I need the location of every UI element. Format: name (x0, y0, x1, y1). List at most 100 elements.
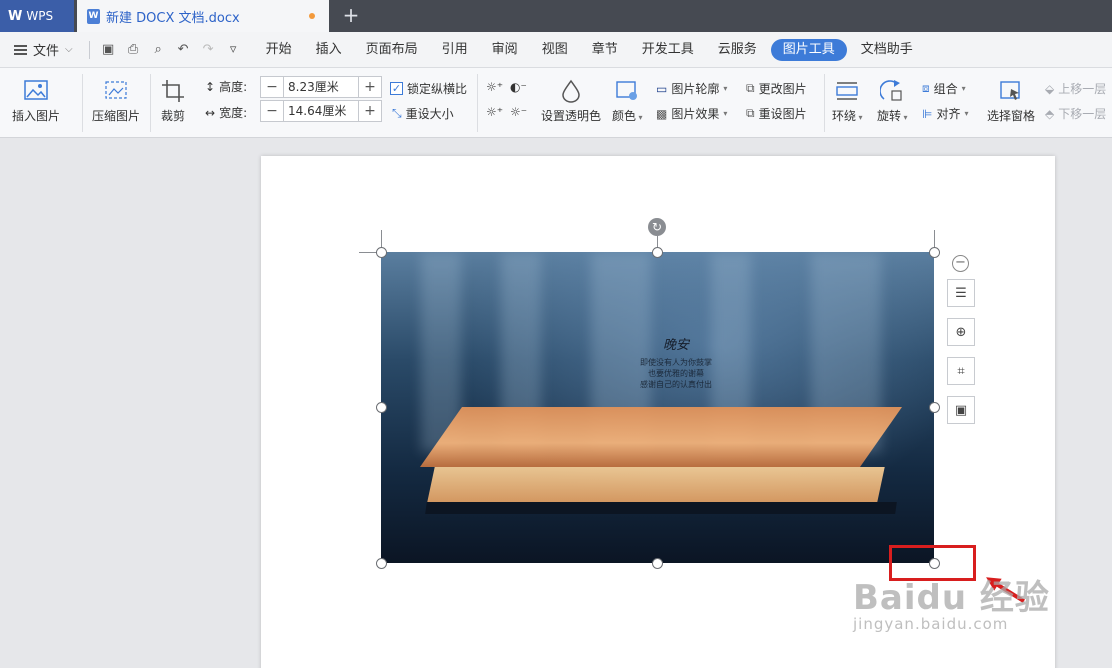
selection-pane-button[interactable]: 选择窗格 (987, 78, 1035, 124)
height-increase-button[interactable]: + (359, 77, 381, 97)
save-icon[interactable]: ▣ (96, 39, 121, 61)
wrap-button[interactable]: 环绕 ▾ (832, 78, 863, 124)
width-input[interactable]: 14.64厘米 (283, 101, 359, 121)
wps-home-tab[interactable]: W WPS (0, 0, 74, 32)
dropdown-icon: ▾ (964, 109, 969, 118)
selected-picture[interactable]: 晚安 即使没有人为你鼓掌 也要优雅的谢幕 感谢自己的认真付出 (381, 252, 934, 563)
customize-toolbar-icon[interactable]: ▿ (221, 39, 246, 61)
width-decrease-button[interactable]: − (261, 101, 283, 121)
menu-cloud[interactable]: 云服务 (706, 39, 769, 61)
brightness-up-icon: ☼⁺ (486, 80, 504, 94)
color-label: 颜色 ▾ (612, 109, 643, 123)
resize-handle-bottom-left[interactable] (376, 558, 387, 569)
crop-tool-icon[interactable]: ⌗ (947, 357, 975, 385)
insert-picture-button[interactable]: 插入图片 (12, 78, 60, 124)
menu-picture-tools[interactable]: 图片工具 (770, 38, 847, 61)
picture-effects-label: 图片效果 (671, 107, 720, 121)
checkbox-checked-icon: ✓ (390, 82, 403, 95)
outline-icon: ▭ (656, 81, 668, 96)
insert-picture-label: 插入图片 (12, 109, 61, 123)
group-icon: ⧈ (922, 81, 930, 95)
menu-section[interactable]: 章节 (580, 39, 630, 61)
watermark-brand: Baidu 经验 (853, 578, 1050, 618)
new-tab-button[interactable]: + (340, 4, 362, 26)
file-menu[interactable]: 文件 ⌵ (0, 40, 83, 59)
picture-settings-icon[interactable]: ▣ (947, 396, 975, 424)
height-spinner[interactable]: − 8.23厘米 + (260, 76, 382, 98)
contrast-down-button[interactable]: ☼⁻ (510, 105, 527, 119)
resize-handle-top-right[interactable] (929, 247, 940, 258)
document-tab-label: 新建 DOCX 文档.docx (106, 10, 240, 26)
crop-button[interactable]: 裁剪 (160, 78, 186, 124)
menu-view[interactable]: 视图 (530, 39, 580, 61)
picture-effects-button[interactable]: ▩ 图片效果 ▾ (656, 105, 727, 122)
menu-page-layout[interactable]: 页面布局 (354, 39, 430, 61)
send-backward-button[interactable]: ⬘ 下移一层 (1045, 105, 1106, 122)
compress-picture-button[interactable]: 压缩图片 (92, 78, 140, 124)
print-icon[interactable]: ⎙ (121, 39, 146, 61)
rotate-button[interactable]: 旋转 ▾ (877, 78, 908, 124)
reset-size-icon: ⤡ (392, 106, 402, 120)
set-transparent-button[interactable]: 设置透明色 (541, 78, 601, 124)
height-label: 高度: (219, 80, 248, 94)
menu-review[interactable]: 审阅 (480, 39, 530, 61)
menu-bar: 文件 ⌵ ▣ ⎙ ⌕ ↶ ↷ ▿ 开始 插入 页面布局 引用 审阅 视图 章节 … (0, 32, 1112, 68)
width-spinner[interactable]: − 14.64厘米 + (260, 100, 382, 122)
contrast-up-button[interactable]: ◐⁻ (510, 80, 527, 94)
lock-ratio-checkbox[interactable]: ✓ 锁定纵横比 (390, 80, 467, 97)
brightness-down-icon: ☼⁺ (486, 105, 504, 119)
wps-tab-label: WPS (26, 9, 54, 23)
width-control: ↔ 宽度: (205, 104, 247, 121)
height-input[interactable]: 8.23厘米 (283, 77, 359, 97)
menu-insert[interactable]: 插入 (304, 39, 354, 61)
redo-icon[interactable]: ↷ (196, 39, 221, 61)
layout-options-icon[interactable]: ☰ (947, 279, 975, 307)
menu-home[interactable]: 开始 (254, 39, 304, 61)
menu-doc-assistant[interactable]: 文档助手 (849, 39, 925, 61)
brightness-up-button[interactable]: ☼⁺ (486, 80, 503, 94)
resize-handle-right[interactable] (929, 402, 940, 413)
contrast-down-icon: ☼⁻ (510, 105, 528, 119)
collapse-toolbar-icon[interactable]: − (952, 255, 969, 272)
align-button[interactable]: ⊫ 对齐 ▾ (922, 105, 968, 122)
height-decrease-button[interactable]: − (261, 77, 283, 97)
brightness-down-button[interactable]: ☼⁺ (486, 105, 503, 119)
rotate-handle-icon[interactable]: ↻ (648, 218, 666, 236)
picture-caption: 晚安 即使没有人为你鼓掌 也要优雅的谢幕 感谢自己的认真付出 (601, 339, 751, 390)
change-picture-label: 更改图片 (758, 82, 807, 96)
selection-pane-label: 选择窗格 (987, 109, 1036, 123)
selection-pane-icon (998, 78, 1024, 104)
resize-handle-left[interactable] (376, 402, 387, 413)
zoom-in-icon[interactable]: ⊕ (947, 318, 975, 346)
send-backward-label: 下移一层 (1058, 107, 1107, 121)
bring-forward-label: 上移一层 (1058, 82, 1107, 96)
laptop-screen (419, 407, 903, 467)
watermark: Baidu 经验 jingyan.baidu.com (853, 570, 1050, 633)
width-icon: ↔ (205, 105, 216, 120)
picture-outline-label: 图片轮廓 (671, 82, 720, 96)
undo-icon[interactable]: ↶ (171, 39, 196, 61)
resize-handle-top[interactable] (652, 247, 663, 258)
menu-developer[interactable]: 开发工具 (630, 39, 706, 61)
bring-forward-button[interactable]: ⬙ 上移一层 (1045, 80, 1106, 97)
resize-handle-top-left[interactable] (376, 247, 387, 258)
document-tab[interactable]: W 新建 DOCX 文档.docx (77, 0, 329, 32)
dropdown-icon: ▾ (723, 84, 728, 93)
effects-icon: ▩ (656, 106, 668, 121)
picture-outline-button[interactable]: ▭ 图片轮廓 ▾ (656, 80, 727, 97)
laptop-edge (425, 502, 897, 514)
divider (82, 74, 83, 132)
print-preview-icon[interactable]: ⌕ (146, 39, 171, 61)
width-increase-button[interactable]: + (359, 101, 381, 121)
reset-size-button[interactable]: ⤡ 重设大小 (392, 105, 454, 122)
laptop-keyboard (427, 467, 885, 502)
group-button[interactable]: ⧈ 组合 ▾ (922, 80, 966, 97)
resize-handle-bottom[interactable] (652, 558, 663, 569)
change-picture-button[interactable]: ⧉ 更改图片 (746, 80, 807, 97)
bring-forward-icon: ⬙ (1045, 81, 1055, 96)
color-button[interactable]: 颜色 ▾ (612, 78, 643, 124)
divider (477, 74, 478, 132)
menu-references[interactable]: 引用 (430, 39, 480, 61)
reset-picture-button[interactable]: ⧉ 重设图片 (746, 105, 807, 122)
align-label: 对齐 (936, 107, 961, 121)
